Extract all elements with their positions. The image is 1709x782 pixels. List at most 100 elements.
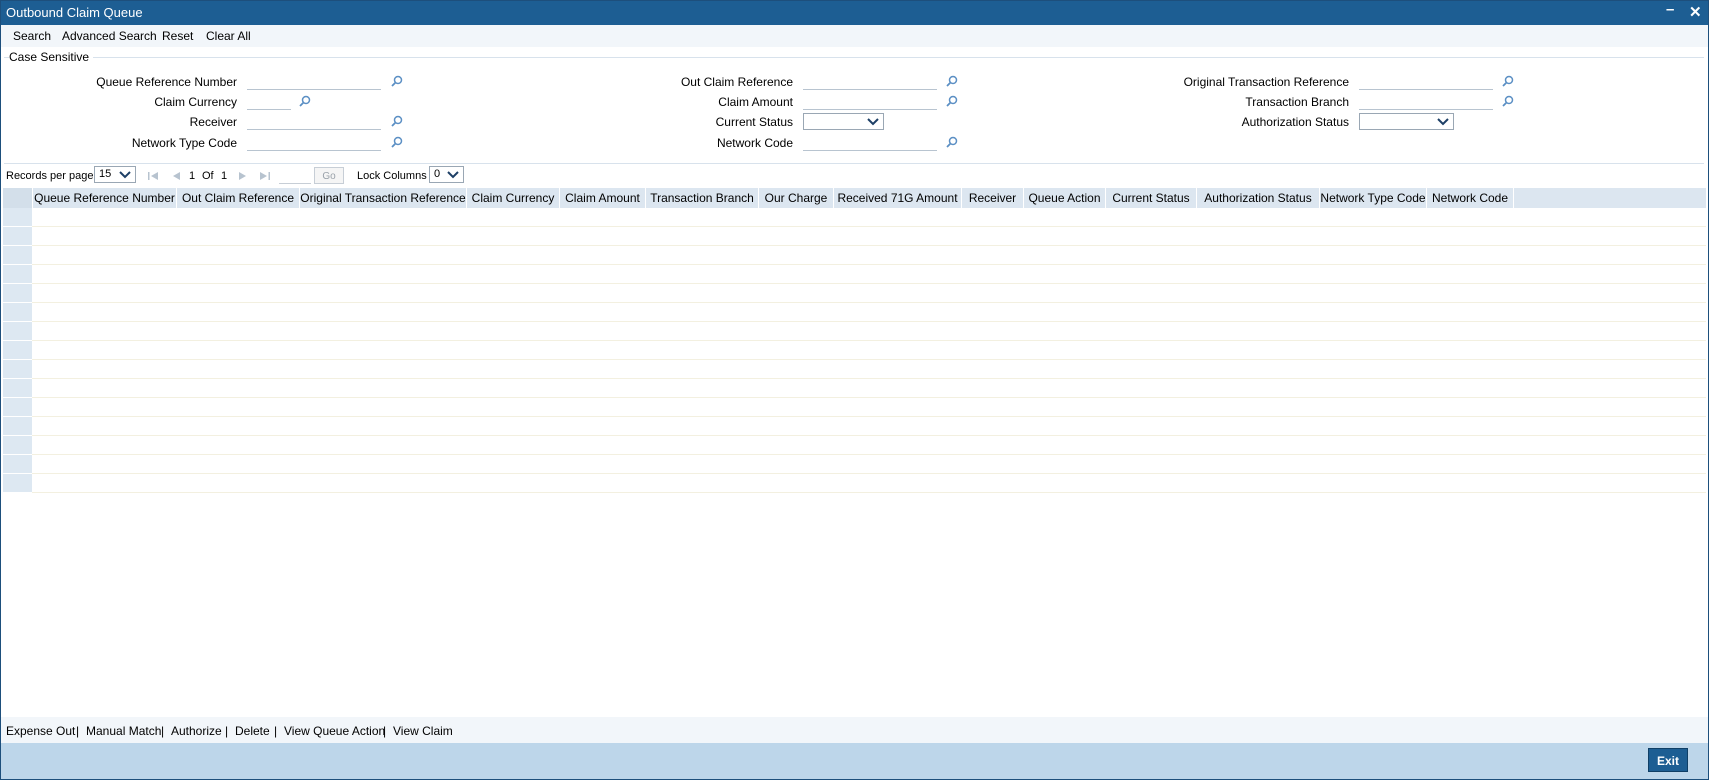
previous-page-icon[interactable] [170,171,182,181]
table-row[interactable] [3,417,1706,436]
row-selector[interactable] [3,379,32,398]
table-row[interactable] [3,284,1706,303]
table-row[interactable] [3,208,1706,227]
row-selector[interactable] [3,417,32,436]
current-page-number: 1 [189,170,196,182]
column-header-network-type-code[interactable]: Network Type Code [1320,188,1427,208]
out-claim-reference-input[interactable] [803,74,937,90]
chevron-down-icon [1437,118,1449,126]
column-header-out-claim-reference[interactable]: Out Claim Reference [177,188,300,208]
first-page-icon[interactable] [147,171,159,181]
queue-reference-number-input[interactable] [247,74,381,90]
table-row[interactable] [3,246,1706,265]
row-selector[interactable] [3,208,32,227]
column-header-our-charge[interactable]: Our Charge [759,188,834,208]
transaction-branch-search-icon[interactable] [1502,95,1514,107]
network-type-code-search-icon[interactable] [391,136,403,148]
minimize-icon[interactable]: – [1666,1,1674,18]
row-selector[interactable] [3,246,32,265]
table-row[interactable] [3,379,1706,398]
records-per-page-select[interactable]: 15 [94,166,136,183]
separator: | [161,724,165,738]
select-all-cell[interactable] [3,188,33,208]
lock-columns-value: 0 [434,168,441,180]
table-row[interactable] [3,398,1706,417]
out-claim-reference-label: Out Claim Reference [680,75,793,89]
network-code-input[interactable] [803,135,937,151]
authorization-status-select[interactable] [1359,113,1454,130]
row-selector[interactable] [3,360,32,379]
current-status-label: Current Status [715,115,793,129]
claim-amount-input[interactable] [803,94,937,110]
network-code-search-icon[interactable] [946,136,958,148]
row-selector[interactable] [3,303,32,322]
authorize-link[interactable]: Authorize [171,724,222,738]
network-code-label: Network Code [716,136,793,150]
advanced-search-button[interactable]: Advanced Search [62,29,157,43]
table-row[interactable] [3,436,1706,455]
outbound-claim-queue-window: Outbound Claim Queue – ✕ Search Advanced… [0,0,1709,780]
receiver-label: Receiver [189,115,237,129]
column-header-current-status[interactable]: Current Status [1106,188,1197,208]
row-selector[interactable] [3,398,32,417]
column-header-queue-action[interactable]: Queue Action [1024,188,1106,208]
row-selector[interactable] [3,474,32,493]
row-selector[interactable] [3,227,32,246]
delete-link[interactable]: Delete [235,724,270,738]
view-queue-action-link[interactable]: View Queue Action [284,724,385,738]
claim-currency-input[interactable] [247,94,291,110]
table-row[interactable] [3,455,1706,474]
row-selector[interactable] [3,436,32,455]
original-transaction-reference-search-icon[interactable] [1502,75,1514,87]
row-selector[interactable] [3,341,32,360]
last-page-icon[interactable] [259,171,271,181]
row-selector[interactable] [3,265,32,284]
current-status-select[interactable] [803,113,884,130]
column-header-authorization-status[interactable]: Authorization Status [1197,188,1320,208]
chevron-down-icon [447,171,459,179]
reset-button[interactable]: Reset [162,29,193,43]
go-button[interactable]: Go [314,167,344,184]
table-row[interactable] [3,265,1706,284]
column-header-received-71g-amount[interactable]: Received 71G Amount [834,188,962,208]
manual-match-link[interactable]: Manual Match [86,724,161,738]
exit-button[interactable]: Exit [1648,748,1688,772]
table-row[interactable] [3,341,1706,360]
expense-out-link[interactable]: Expense Out [6,724,75,738]
row-selector[interactable] [3,322,32,341]
transaction-branch-input[interactable] [1359,94,1493,110]
row-selector[interactable] [3,284,32,303]
column-header-queue-reference-number[interactable]: Queue Reference Number [33,188,177,208]
search-button[interactable]: Search [13,29,51,43]
transaction-branch-label: Transaction Branch [1245,95,1349,109]
receiver-input[interactable] [247,114,381,130]
column-header-receiver[interactable]: Receiver [962,188,1024,208]
column-header-claim-amount[interactable]: Claim Amount [560,188,646,208]
column-header-claim-currency[interactable]: Claim Currency [467,188,560,208]
table-row[interactable] [3,303,1706,322]
close-icon[interactable]: ✕ [1689,3,1702,21]
view-claim-link[interactable]: View Claim [393,724,453,738]
table-row[interactable] [3,322,1706,341]
table-row[interactable] [3,474,1706,493]
queue-reference-number-search-icon[interactable] [391,75,403,87]
next-page-icon[interactable] [237,171,249,181]
receiver-search-icon[interactable] [391,115,403,127]
results-grid-header: Queue Reference Number Out Claim Referen… [3,188,1706,208]
column-header-network-code[interactable]: Network Code [1427,188,1514,208]
claim-amount-search-icon[interactable] [946,95,958,107]
lock-columns-select[interactable]: 0 [429,166,464,183]
network-type-code-input[interactable] [247,135,381,151]
table-row[interactable] [3,227,1706,246]
separator: | [274,724,278,738]
column-header-transaction-branch[interactable]: Transaction Branch [646,188,759,208]
row-selector[interactable] [3,455,32,474]
column-header-original-transaction-reference[interactable]: Original Transaction Reference [300,188,467,208]
clear-all-button[interactable]: Clear All [206,29,251,43]
out-claim-reference-search-icon[interactable] [946,75,958,87]
table-row[interactable] [3,360,1706,379]
original-transaction-reference-input[interactable] [1359,74,1493,90]
goto-page-input[interactable] [279,183,311,184]
separator: | [225,724,229,738]
claim-currency-search-icon[interactable] [299,95,311,107]
